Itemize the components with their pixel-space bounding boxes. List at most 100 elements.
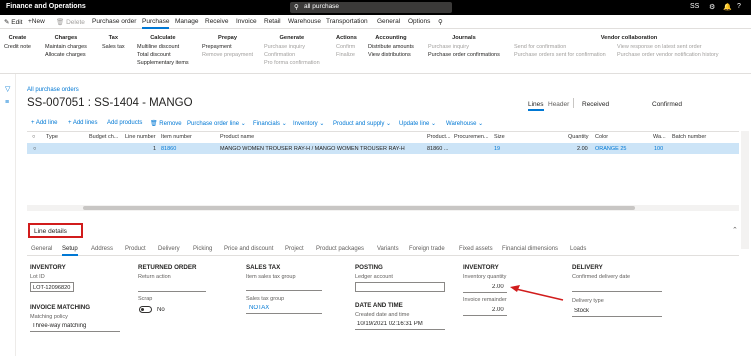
scrap-toggle[interactable]	[139, 306, 152, 313]
supplementary-items-button[interactable]: Supplementary items	[137, 59, 189, 67]
prepayment-button[interactable]: Prepayment	[202, 43, 253, 51]
remove-prepayment-button[interactable]: Remove prepayment	[202, 51, 253, 59]
multiline-discount-button[interactable]: Multiline discount	[137, 43, 189, 51]
line-details-header[interactable]: Line details	[28, 223, 83, 238]
tab-delivery[interactable]: Delivery	[158, 246, 180, 252]
col-procurement[interactable]: Procuremen...	[454, 134, 489, 140]
tab-retail[interactable]: Retail	[264, 18, 281, 25]
tab-loads[interactable]: Loads	[570, 246, 586, 252]
cell-size[interactable]: 19	[494, 146, 500, 152]
tab-manage[interactable]: Manage	[175, 18, 199, 25]
table-row[interactable]: ○ 1 81860 MANGO WOMEN TROUSER RAY-H / MA…	[27, 143, 739, 154]
col-budget[interactable]: Budget ch...	[89, 134, 118, 140]
tab-product[interactable]: Product	[125, 246, 146, 252]
tab-address[interactable]: Address	[91, 246, 113, 252]
sales-tax-group-value[interactable]: NOTAX	[249, 305, 269, 311]
view-distributions-button[interactable]: View distributions	[368, 51, 414, 59]
col-batch-number[interactable]: Batch number	[672, 134, 706, 140]
finalize-button[interactable]: Finalize	[336, 51, 357, 59]
tab-general[interactable]: General	[377, 18, 400, 25]
cell-warehouse[interactable]: 100	[654, 146, 663, 152]
col-type[interactable]: Type	[46, 134, 58, 140]
tab-financial-dimensions[interactable]: Financial dimensions	[502, 246, 558, 252]
cell-item-number[interactable]: 81860	[161, 146, 176, 152]
col-warehouse[interactable]: Wa...	[653, 134, 666, 140]
journal-purchase-inquiry-button[interactable]: Purchase inquiry	[428, 43, 500, 51]
add-products-button[interactable]: Add products	[107, 120, 142, 126]
tab-setup[interactable]: Setup	[62, 246, 78, 256]
allocate-charges-button[interactable]: Allocate charges	[45, 51, 87, 59]
breadcrumb[interactable]: All purchase orders	[27, 87, 79, 93]
product-and-supply-menu[interactable]: Product and supply ⌄	[333, 120, 391, 127]
tab-variants[interactable]: Variants	[377, 246, 399, 252]
search-icon[interactable]: ⚲	[438, 18, 443, 26]
col-line-number[interactable]: Line number	[125, 134, 156, 140]
tab-general[interactable]: General	[31, 246, 52, 252]
tab-warehouse[interactable]: Warehouse	[288, 18, 321, 25]
purchase-order-line-menu[interactable]: Purchase order line ⌄	[187, 120, 246, 127]
tab-purchase-order[interactable]: Purchase order	[92, 18, 136, 25]
matching-policy-value[interactable]: Three-way matching	[32, 323, 86, 329]
col-product[interactable]: Product...	[427, 134, 451, 140]
tab-purchase[interactable]: Purchase	[142, 18, 170, 29]
sales-tax-button[interactable]: Sales tax	[102, 43, 125, 51]
notifications-icon[interactable]: 🔔	[723, 3, 732, 11]
filter-icon[interactable]: ▽	[5, 85, 10, 93]
purchase-order-confirmations-button[interactable]: Purchase order confirmations	[428, 51, 500, 59]
view-lines-tab[interactable]: Lines	[528, 101, 544, 111]
help-icon[interactable]: ?	[737, 3, 741, 10]
ledger-account-field[interactable]	[355, 282, 445, 292]
financials-menu[interactable]: Financials ⌄	[253, 120, 287, 127]
col-size[interactable]: Size	[494, 134, 505, 140]
add-line-button[interactable]: + Add line	[31, 120, 58, 126]
credit-note-button[interactable]: Credit note	[4, 43, 31, 51]
tab-picking[interactable]: Picking	[193, 246, 212, 252]
chevron-up-icon[interactable]: ⌃	[732, 226, 738, 234]
tab-invoice[interactable]: Invoice	[236, 18, 257, 25]
settings-icon[interactable]: ⚙	[709, 3, 715, 11]
col-item-number[interactable]: Item number	[161, 134, 192, 140]
tab-product-packages[interactable]: Product packages	[316, 246, 364, 252]
col-product-name[interactable]: Product name	[220, 134, 254, 140]
tab-receive[interactable]: Receive	[205, 18, 228, 25]
lot-id-field[interactable]: LOT-12096820	[30, 282, 74, 292]
new-button[interactable]: +New	[28, 18, 45, 25]
vendor-notification-history-button[interactable]: Purchase order vendor notification histo…	[617, 51, 719, 59]
distribute-amounts-button[interactable]: Distribute amounts	[368, 43, 414, 51]
view-response-button[interactable]: View response on latest sent order	[617, 43, 702, 51]
vertical-scrollbar[interactable]	[741, 131, 749, 249]
col-color[interactable]: Color	[595, 134, 608, 140]
tab-project[interactable]: Project	[285, 246, 304, 252]
send-for-confirmation-button[interactable]: Send for confirmation	[514, 43, 566, 51]
list-icon[interactable]: ≡	[5, 99, 9, 106]
select-all-radio[interactable]: ○	[32, 134, 35, 140]
cell-color[interactable]: ORANGE 25	[595, 146, 626, 152]
item-sales-tax-group-field[interactable]	[246, 290, 322, 291]
tab-foreign-trade[interactable]: Foreign trade	[409, 246, 445, 252]
tab-price-and-discount[interactable]: Price and discount	[224, 246, 273, 252]
total-discount-button[interactable]: Total discount	[137, 51, 189, 59]
tab-fixed-assets[interactable]: Fixed assets	[459, 246, 493, 252]
col-quantity[interactable]: Quantity	[568, 134, 588, 140]
row-radio[interactable]: ○	[33, 146, 36, 152]
confirm-button[interactable]: Confirm	[336, 43, 357, 51]
delete-button[interactable]: 🗑 Delete	[56, 18, 85, 26]
update-line-menu[interactable]: Update line ⌄	[399, 120, 436, 127]
tab-options[interactable]: Options	[408, 18, 430, 25]
pro-forma-confirmation-button[interactable]: Pro forma confirmation	[264, 59, 320, 67]
warehouse-menu[interactable]: Warehouse ⌄	[446, 120, 483, 127]
maintain-charges-button[interactable]: Maintain charges	[45, 43, 87, 51]
edit-button[interactable]: ✎ Edit	[4, 18, 22, 26]
delivery-type-value[interactable]: Stock	[574, 308, 589, 314]
purchase-inquiry-button[interactable]: Purchase inquiry	[264, 43, 320, 51]
view-header-tab[interactable]: Header	[548, 101, 569, 108]
add-lines-button[interactable]: + Add lines	[68, 120, 98, 126]
remove-button[interactable]: 🗑 Remove	[150, 120, 182, 127]
inventory-menu[interactable]: Inventory ⌄	[293, 120, 324, 127]
confirmed-delivery-date-field[interactable]	[572, 291, 662, 292]
scrollbar-thumb[interactable]	[83, 206, 635, 210]
confirmation-button[interactable]: Confirmation	[264, 51, 320, 59]
user-initials[interactable]: SS	[690, 3, 699, 10]
horizontal-scrollbar[interactable]	[27, 205, 739, 211]
return-action-field[interactable]	[138, 291, 206, 292]
